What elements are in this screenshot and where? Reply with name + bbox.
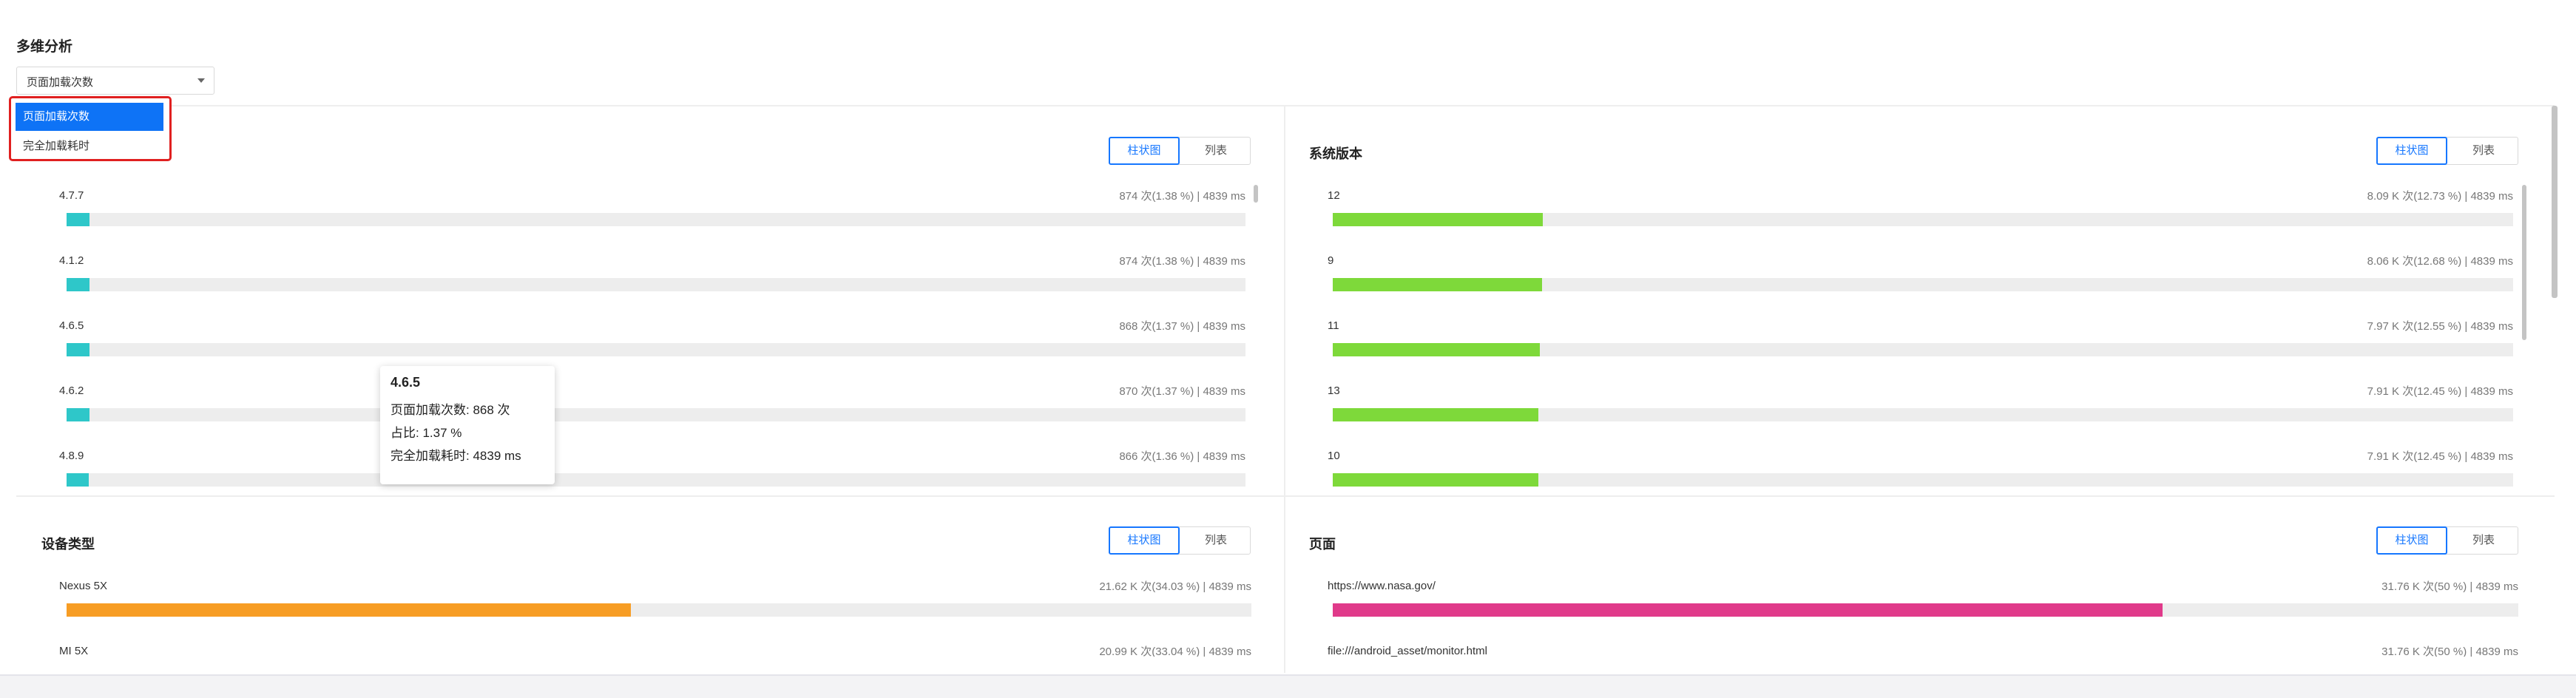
option-page-load-count[interactable]: 页面加载次数 xyxy=(16,103,163,131)
bar-fill[interactable] xyxy=(1333,408,1538,421)
metric-select-value: 页面加载次数 xyxy=(27,76,94,89)
bar-row[interactable]: 9 8.06 K 次(12.68 %) | 4839 ms xyxy=(0,254,2576,299)
os-version-view-toggle: 柱状图 列表 xyxy=(2376,137,2518,165)
bar-fill[interactable] xyxy=(1333,473,1538,487)
device-type-view-toggle: 柱状图 列表 xyxy=(1109,526,1251,555)
device-type-title: 设备类型 xyxy=(41,537,95,552)
bar-row[interactable]: file:///android_asset/monitor.html 31.76 … xyxy=(0,645,2576,657)
page-panel-title: 页面 xyxy=(1309,537,1336,552)
tooltip-duration-value: 4839 ms xyxy=(473,449,521,463)
divider-middle xyxy=(16,495,2555,497)
tooltip-row-share: 占比: 1.37 % xyxy=(391,422,544,441)
metric-dropdown-menu: 页面加载次数 完全加载耗时 xyxy=(9,96,172,161)
tooltip-duration-label: 完全加载耗时: xyxy=(391,449,470,463)
option-full-load-time[interactable]: 完全加载耗时 xyxy=(16,132,163,160)
list-view-button[interactable]: 列表 xyxy=(2448,526,2519,555)
chart-view-button[interactable]: 柱状图 xyxy=(2376,526,2447,555)
bar-tooltip: 4.6.5 页面加载次数: 868 次 占比: 1.37 % 完全加载耗时: 4… xyxy=(380,366,555,484)
bar-track xyxy=(1333,408,2513,421)
bar-label: 9 xyxy=(1328,254,1334,267)
tooltip-share-value: 1.37 % xyxy=(422,426,462,440)
list-view-button[interactable]: 列表 xyxy=(1180,526,1251,555)
bar-fill[interactable] xyxy=(1333,213,1543,226)
bar-fill[interactable] xyxy=(1333,343,1540,356)
bar-stat: 31.76 K 次(50 %) | 4839 ms xyxy=(2381,646,2518,657)
bar-fill[interactable] xyxy=(1333,603,2163,617)
os-version-title: 系统版本 xyxy=(1309,146,1362,161)
tooltip-share-label: 占比: xyxy=(391,426,419,440)
bar-row[interactable]: 11 7.97 K 次(12.55 %) | 4839 ms xyxy=(0,319,2576,364)
page-view-toggle: 柱状图 列表 xyxy=(2376,526,2518,555)
list-view-button[interactable]: 列表 xyxy=(1180,137,1251,165)
bar-track xyxy=(1333,213,2513,226)
bar-stat: 8.06 K 次(12.68 %) | 4839 ms xyxy=(2367,255,2513,268)
bar-track xyxy=(1333,343,2513,356)
bar-label: https://www.nasa.gov/ xyxy=(1328,580,1436,592)
chart-view-button[interactable]: 柱状图 xyxy=(2376,137,2447,165)
bar-stat: 7.91 K 次(12.45 %) | 4839 ms xyxy=(2367,385,2513,398)
bar-row[interactable]: https://www.nasa.gov/31.76 K 次(50 %) | 4… xyxy=(0,580,2576,624)
tooltip-loads-value: 868 次 xyxy=(473,403,510,417)
bar-fill[interactable] xyxy=(1333,278,1542,291)
caret-down-icon xyxy=(197,78,205,83)
page-title: 多维分析 xyxy=(16,39,73,55)
tooltip-row-loads: 页面加载次数: 868 次 xyxy=(391,399,544,418)
bar-label: 12 xyxy=(1328,189,1340,202)
page-panel: https://www.nasa.gov/31.76 K 次(50 %) | 4… xyxy=(0,573,2576,657)
footer-bar xyxy=(0,674,2576,698)
bar-track xyxy=(1333,473,2513,487)
bar-label: 13 xyxy=(1328,384,1340,397)
chart-view-button[interactable]: 柱状图 xyxy=(1109,137,1180,165)
bar-row[interactable]: 12 8.09 K 次(12.73 %) | 4839 ms xyxy=(0,189,2576,234)
bar-track xyxy=(1333,278,2513,291)
bar-label: file:///android_asset/monitor.html xyxy=(1328,645,1487,657)
bar-stat: 7.97 K 次(12.55 %) | 4839 ms xyxy=(2367,320,2513,333)
tooltip-loads-label: 页面加载次数: xyxy=(391,403,470,417)
bar-track xyxy=(1333,603,2518,617)
page-scrollbar[interactable] xyxy=(2552,106,2558,298)
bar-stat: 8.09 K 次(12.73 %) | 4839 ms xyxy=(2367,190,2513,203)
bar-label: 10 xyxy=(1328,450,1340,462)
list-view-button[interactable]: 列表 xyxy=(2448,137,2519,165)
metric-select[interactable]: 页面加载次数 xyxy=(16,67,214,95)
tooltip-row-duration: 完全加载耗时: 4839 ms xyxy=(391,445,544,464)
divider-top xyxy=(16,105,2555,106)
bar-stat: 31.76 K 次(50 %) | 4839 ms xyxy=(2381,580,2518,593)
tooltip-title: 4.6.5 xyxy=(391,375,421,390)
app-version-view-toggle: 柱状图 列表 xyxy=(1109,137,1251,165)
chart-view-button[interactable]: 柱状图 xyxy=(1109,526,1180,555)
bar-stat: 7.91 K 次(12.45 %) | 4839 ms xyxy=(2367,450,2513,463)
bar-label: 11 xyxy=(1328,319,1339,332)
